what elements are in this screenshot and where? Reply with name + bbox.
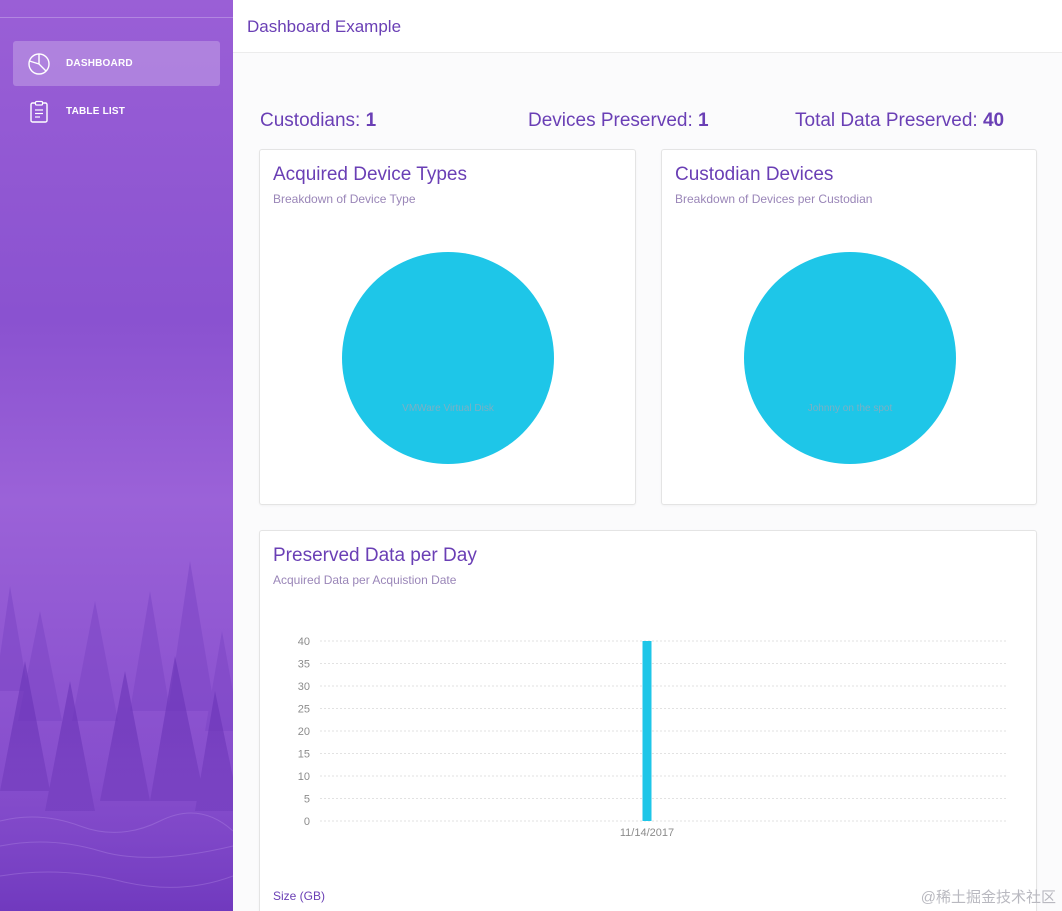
stat-total-label: Total Data Preserved:	[795, 110, 978, 131]
y-tick-label: 5	[304, 794, 310, 806]
page-title: Dashboard Example	[247, 17, 402, 36]
card-title: Acquired Device Types	[273, 164, 467, 185]
y-tick-label: 20	[298, 726, 310, 738]
stat-total-value: 40	[982, 110, 1005, 131]
y-tick-label: 30	[298, 681, 310, 693]
stat-devices-label: Devices Preserved:	[528, 110, 693, 131]
card-title: Custodian Devices	[675, 164, 834, 185]
stat-custodians: Custodians: 1	[260, 110, 376, 132]
sidebar: DASHBOARD TABLE LIST	[0, 0, 233, 911]
clipboard-icon	[26, 99, 52, 125]
stat-custodians-value: 1	[365, 110, 377, 131]
sidebar-item-label: TABLE LIST	[66, 106, 126, 117]
y-tick-label: 15	[298, 749, 310, 761]
watermark: @稀土掘金技术社区	[920, 889, 1056, 906]
custodian-devices-card: Custodian Devices Breakdown of Devices p…	[661, 149, 1037, 505]
x-tick-label: 11/14/2017	[620, 827, 674, 839]
card-subtitle: Breakdown of Devices per Custodian	[675, 192, 873, 206]
y-tick-label: 40	[298, 636, 310, 648]
custodian-devices-pie-chart: Johnny on the spot	[744, 252, 956, 464]
forest-background-image	[0, 561, 233, 911]
sidebar-item-label: DASHBOARD	[66, 58, 133, 69]
stat-devices-preserved: Devices Preserved: 1	[528, 110, 709, 132]
stat-devices-value: 1	[698, 110, 709, 131]
main-content: Dashboard Example Custodians: 1 Devices …	[233, 0, 1062, 911]
pie-slice[interactable]	[342, 252, 554, 464]
y-tick-label: 25	[298, 704, 310, 716]
data-per-day-card: Preserved Data per Day Acquired Data per…	[259, 530, 1037, 911]
pie-slice-label: VMWare Virtual Disk	[402, 403, 495, 414]
pie-slice[interactable]	[744, 252, 956, 464]
bar[interactable]	[642, 641, 652, 821]
stat-total-data: Total Data Preserved: 40	[795, 110, 1004, 132]
y-tick-label: 10	[298, 771, 310, 783]
sidebar-item-dashboard[interactable]: DASHBOARD	[13, 41, 220, 86]
y-tick-label: 35	[298, 659, 310, 671]
sidebar-divider	[0, 17, 233, 18]
header-bar: Dashboard Example	[233, 0, 1062, 53]
y-tick-label: 0	[304, 816, 310, 828]
pie-chart-icon	[26, 51, 52, 77]
sidebar-item-table-list[interactable]: TABLE LIST	[13, 89, 220, 134]
device-types-pie-chart: VMWare Virtual Disk	[342, 252, 554, 464]
data-per-day-bar-chart: 0 5 10 15 20 25 30 35 40 11/14/2017	[298, 636, 1006, 839]
device-types-card: Acquired Device Types Breakdown of Devic…	[259, 149, 636, 505]
card-subtitle: Breakdown of Device Type	[273, 192, 416, 206]
pie-slice-label: Johnny on the spot	[808, 403, 893, 414]
stat-custodians-label: Custodians:	[260, 110, 361, 131]
y-axis-label: Size (GB)	[273, 889, 326, 903]
